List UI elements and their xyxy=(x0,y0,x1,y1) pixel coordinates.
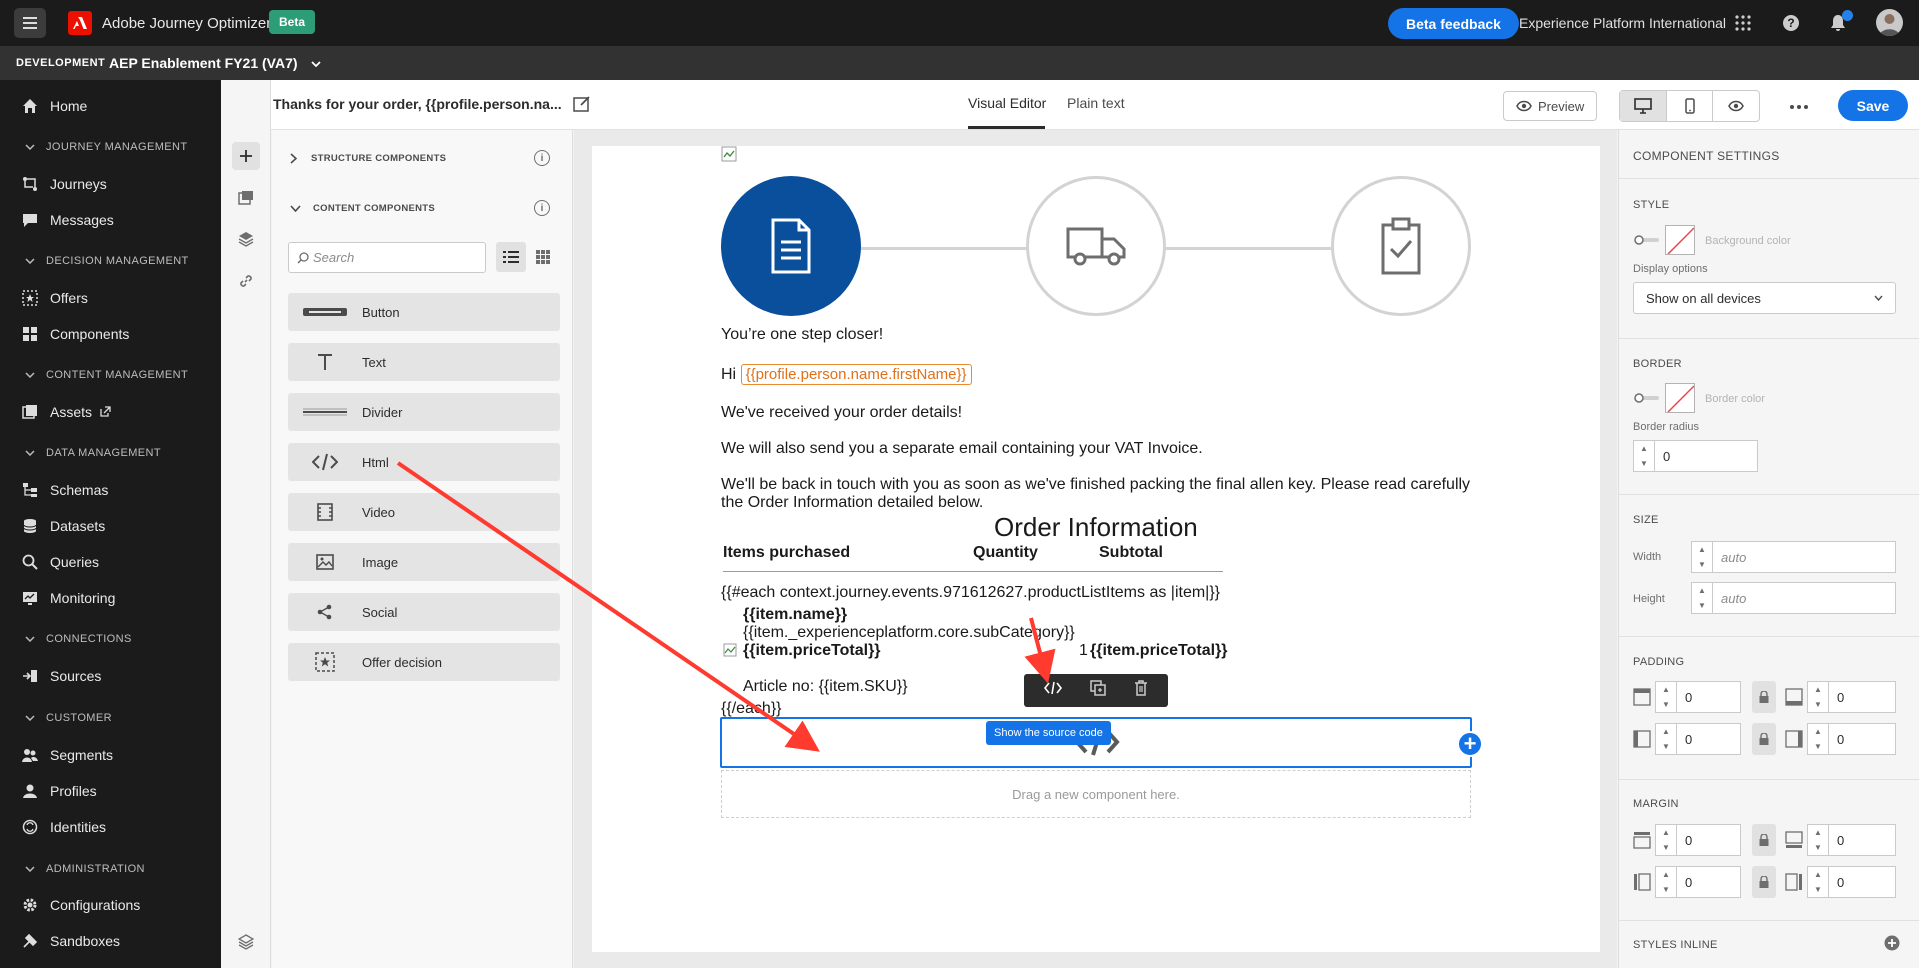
lock-icon[interactable] xyxy=(1752,824,1776,856)
padding-bottom-stepper[interactable]: ▲ ▼ 0 xyxy=(1807,681,1896,713)
padding-top-icon xyxy=(1633,688,1651,706)
margin-top-icon xyxy=(1633,831,1651,849)
height-value[interactable]: auto xyxy=(1713,582,1896,614)
divider xyxy=(1619,779,1919,780)
margin-left-icon xyxy=(1633,873,1651,891)
display-options-value: Show on all devices xyxy=(1646,290,1761,306)
margin-right-stepper[interactable]: ▲ ▼ 0 xyxy=(1807,866,1896,898)
margin-right-value[interactable]: 0 xyxy=(1829,866,1896,898)
margin-top-stepper[interactable]: ▲ ▼ 0 xyxy=(1655,824,1741,856)
style-heading: STYLE xyxy=(1633,199,1670,211)
padding-bottom-icon xyxy=(1785,688,1803,706)
border-color-label: Border color xyxy=(1705,393,1765,405)
padding-left-value[interactable]: 0 xyxy=(1677,723,1741,755)
component-settings-panel: COMPONENT SETTINGS STYLE Background colo… xyxy=(1618,130,1919,968)
chevron-down-icon xyxy=(1874,295,1883,301)
divider xyxy=(1619,494,1919,495)
height-stepper[interactable]: ▲ ▼ auto xyxy=(1691,582,1896,614)
styles-inline-heading: STYLES INLINE xyxy=(1633,939,1718,951)
border-radius-stepper[interactable]: ▲ ▼ 0 xyxy=(1633,440,1758,472)
background-color-toggle[interactable] xyxy=(1633,233,1661,247)
lock-icon[interactable] xyxy=(1752,723,1776,755)
padding-heading: PADDING xyxy=(1633,656,1685,668)
divider xyxy=(1619,636,1919,637)
divider xyxy=(1619,338,1919,339)
border-heading: BORDER xyxy=(1633,358,1682,370)
border-color-swatch[interactable] xyxy=(1665,383,1695,413)
margin-right-icon xyxy=(1785,873,1803,891)
margin-bottom-stepper[interactable]: ▲ ▼ 0 xyxy=(1807,824,1896,856)
width-value[interactable]: auto xyxy=(1713,541,1896,573)
drag-arrow-2 xyxy=(1024,617,1056,684)
background-color-swatch[interactable] xyxy=(1665,225,1695,255)
border-radius-label: Border radius xyxy=(1633,421,1700,433)
display-options-label: Display options xyxy=(1633,263,1708,275)
margin-bottom-value[interactable]: 0 xyxy=(1829,824,1896,856)
settings-title: COMPONENT SETTINGS xyxy=(1633,149,1780,163)
lock-icon[interactable] xyxy=(1752,681,1776,713)
divider xyxy=(1619,178,1919,179)
padding-left-icon xyxy=(1633,730,1651,748)
margin-left-stepper[interactable]: ▲ ▼ 0 xyxy=(1655,866,1741,898)
width-stepper[interactable]: ▲ ▼ auto xyxy=(1691,541,1896,573)
padding-left-stepper[interactable]: ▲ ▼ 0 xyxy=(1655,723,1741,755)
divider xyxy=(1619,920,1919,921)
border-color-toggle[interactable] xyxy=(1633,391,1661,405)
size-heading: SIZE xyxy=(1633,514,1659,526)
drag-arrow-1 xyxy=(396,461,820,752)
lock-icon[interactable] xyxy=(1752,866,1776,898)
padding-top-value[interactable]: 0 xyxy=(1677,681,1741,713)
padding-bottom-value[interactable]: 0 xyxy=(1829,681,1896,713)
add-circle-icon[interactable] xyxy=(1884,935,1900,956)
margin-top-value[interactable]: 0 xyxy=(1677,824,1741,856)
padding-right-value[interactable]: 0 xyxy=(1829,723,1896,755)
width-label: Width xyxy=(1633,551,1662,563)
margin-heading: MARGIN xyxy=(1633,798,1679,810)
margin-left-value[interactable]: 0 xyxy=(1677,866,1741,898)
border-radius-value[interactable]: 0 xyxy=(1655,440,1758,472)
padding-right-stepper[interactable]: ▲ ▼ 0 xyxy=(1807,723,1896,755)
padding-top-stepper[interactable]: ▲ ▼ 0 xyxy=(1655,681,1741,713)
height-label: Height xyxy=(1633,593,1665,605)
padding-right-icon xyxy=(1785,730,1803,748)
display-options-select[interactable]: Show on all devices xyxy=(1633,282,1896,314)
background-color-label: Background color xyxy=(1705,235,1791,247)
margin-bottom-icon xyxy=(1785,831,1803,849)
